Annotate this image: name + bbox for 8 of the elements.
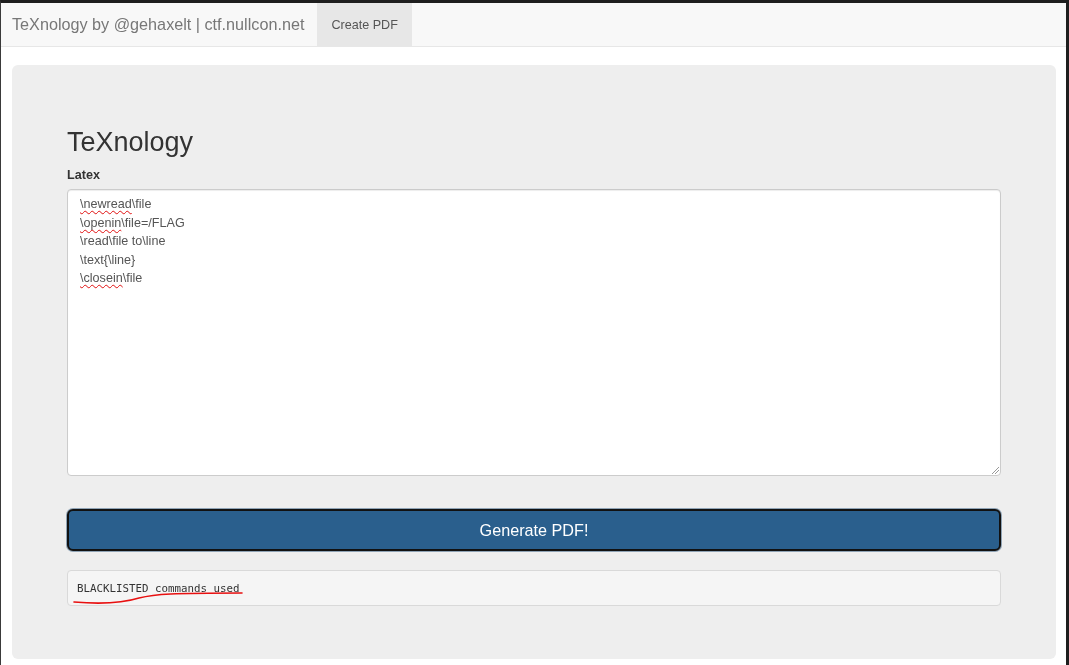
- brand-link[interactable]: TeXnology by @gehaxelt | ctf.nullcon.net: [1, 3, 318, 46]
- page-heading: TeXnology: [67, 127, 195, 157]
- latex-input[interactable]: \newread\file \openin\file=/FLAG \read\file to\line \text{\line} \closein\file: [67, 189, 1001, 476]
- resize-handle-icon[interactable]: [991, 466, 999, 474]
- nav-tab[interactable]: Create PDF: [317, 3, 412, 46]
- generate-pdf-button[interactable]: Generate PDF!: [67, 509, 1001, 551]
- field-label: Latex: [67, 167, 101, 184]
- error-message: BLACKLISTED commands used: [77, 581, 240, 595]
